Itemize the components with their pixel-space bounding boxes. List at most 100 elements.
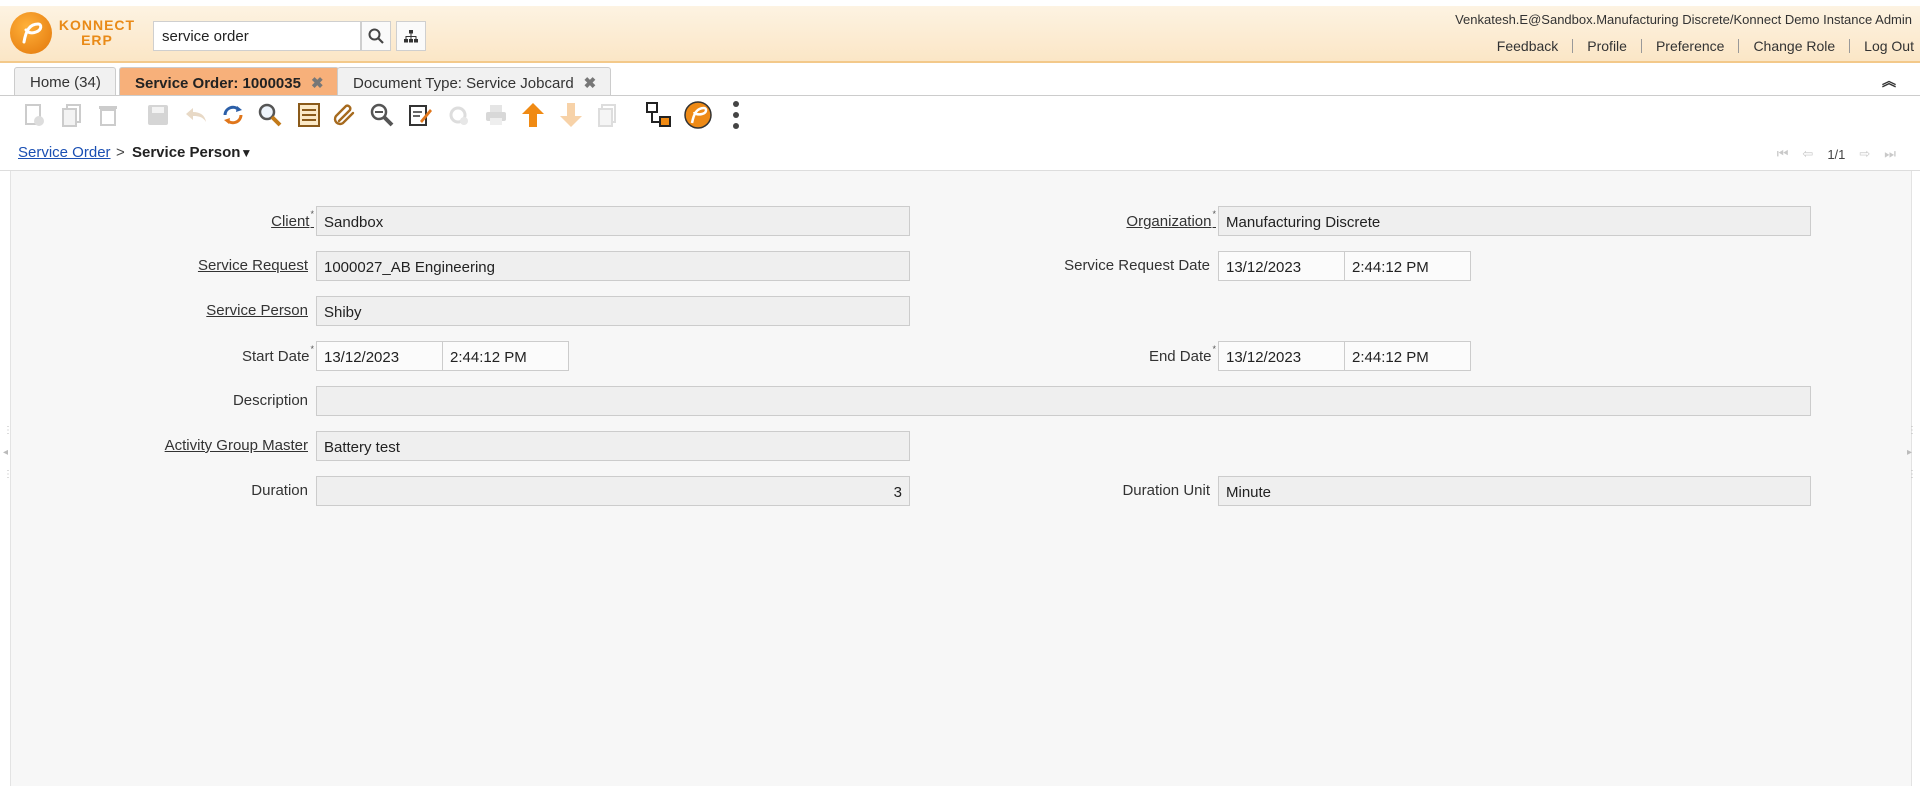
- menu-tree-button[interactable]: [396, 21, 426, 51]
- global-search-input[interactable]: service order: [153, 21, 361, 51]
- zoom-across-button[interactable]: [368, 101, 396, 129]
- close-tab-icon[interactable]: ✖: [311, 75, 324, 92]
- required-mark: *: [1212, 209, 1216, 219]
- new-record-button[interactable]: [20, 101, 48, 129]
- client-field[interactable]: Sandbox: [316, 206, 910, 236]
- required-mark: *: [310, 209, 314, 219]
- window-tabbar: Home (34) Service Order: 1000035 ✖ Docume…: [0, 63, 1920, 96]
- duration-field[interactable]: 3: [316, 476, 910, 506]
- save-icon: [148, 105, 168, 125]
- user-context-label: Venkatesh.E@Sandbox.Manufacturing Discre…: [1455, 12, 1912, 27]
- tab-home[interactable]: Home (34): [14, 67, 116, 95]
- preference-link[interactable]: Preference: [1640, 39, 1738, 53]
- logo-menu-button[interactable]: [684, 101, 712, 129]
- logo-icon: [10, 12, 52, 54]
- client-label[interactable]: Client*: [271, 209, 314, 230]
- grid-toggle-icon: [298, 103, 320, 127]
- end-time-field[interactable]: 2:44:12 PM: [1344, 341, 1471, 371]
- record-navigator: ⏮ ⇦ 1/1 ⇨ ⏭: [1777, 146, 1896, 162]
- detail-form: Client* Sandbox Organization* Manufactur…: [10, 171, 1912, 786]
- required-mark: *: [310, 344, 314, 354]
- description-label: Description: [232, 392, 308, 409]
- organization-field[interactable]: Manufacturing Discrete: [1218, 206, 1811, 236]
- logout-link[interactable]: Log Out: [1849, 39, 1914, 53]
- delete-record-button[interactable]: [94, 101, 122, 129]
- logo-text-konnect: KONNECT: [58, 17, 136, 33]
- undo-button[interactable]: [182, 101, 210, 129]
- workflow-button[interactable]: [444, 101, 472, 129]
- find-icon: [258, 103, 282, 127]
- search-icon: [368, 28, 384, 44]
- collapse-header-icon[interactable]: ︽: [1882, 71, 1896, 91]
- logo-menu-icon: [684, 101, 712, 129]
- previous-record-icon[interactable]: ⇦: [1802, 146, 1813, 162]
- more-options-button[interactable]: [722, 101, 750, 129]
- client-label-text: Client: [271, 213, 310, 230]
- duration-label: Duration: [251, 482, 308, 499]
- first-record-icon[interactable]: ⏮: [1777, 146, 1789, 162]
- grid-toggle-button[interactable]: [295, 101, 323, 129]
- detail-record-button[interactable]: [557, 101, 585, 129]
- chat-icon: [409, 105, 432, 126]
- save-button[interactable]: [144, 101, 172, 129]
- service-request-date-field[interactable]: 13/12/2023: [1218, 251, 1345, 281]
- process-button[interactable]: [645, 101, 673, 129]
- duration-unit-field[interactable]: Minute: [1218, 476, 1811, 506]
- zoom-across-icon: [370, 103, 394, 127]
- record-toolbar: [0, 96, 1920, 134]
- right-splitter-handle[interactable]: ⋮ ▸ ⋮: [1907, 425, 1917, 480]
- tab-service-order[interactable]: Service Order: 1000035 ✖: [119, 67, 339, 95]
- attachment-button[interactable]: [331, 101, 359, 129]
- service-request-date-label: Service Request Date: [1064, 257, 1210, 274]
- copy-icon: [62, 104, 81, 127]
- change-role-link[interactable]: Change Role: [1738, 39, 1849, 53]
- refresh-button[interactable]: [219, 101, 247, 129]
- parent-record-button[interactable]: [519, 101, 547, 129]
- konnect-erp-logo[interactable]: KONNECT ERP: [10, 10, 140, 56]
- service-person-label[interactable]: Service Person: [206, 302, 308, 319]
- process-icon: [646, 102, 671, 127]
- left-splitter-handle[interactable]: ⋮ ◂ ⋮: [3, 425, 13, 480]
- description-field[interactable]: [316, 386, 1811, 416]
- close-tab-icon[interactable]: ✖: [584, 75, 597, 92]
- breadcrumb-parent-link[interactable]: Service Order: [18, 144, 111, 161]
- record-count: 1/1: [1827, 146, 1846, 162]
- next-record-icon[interactable]: ⇨: [1859, 146, 1870, 162]
- activity-group-master-label[interactable]: Activity Group Master: [165, 437, 308, 454]
- service-request-time-field[interactable]: 2:44:12 PM: [1344, 251, 1471, 281]
- undo-icon: [186, 108, 206, 122]
- service-person-field[interactable]: Shiby: [316, 296, 910, 326]
- chat-button[interactable]: [406, 101, 434, 129]
- last-record-icon[interactable]: ⏭: [1884, 146, 1896, 162]
- start-date-label-text: Start Date: [241, 348, 310, 365]
- report-icon: [598, 104, 616, 127]
- start-date-label: Start Date*: [241, 344, 314, 365]
- attachment-icon: [333, 104, 355, 126]
- feedback-link[interactable]: Feedback: [1483, 39, 1572, 53]
- tab-document-type-label: Document Type: Service Jobcard: [353, 75, 574, 92]
- copy-record-button[interactable]: [58, 101, 86, 129]
- activity-group-master-field[interactable]: Battery test: [316, 431, 910, 461]
- end-date-field[interactable]: 13/12/2023: [1218, 341, 1345, 371]
- tab-document-type[interactable]: Document Type: Service Jobcard ✖: [337, 67, 612, 95]
- profile-link[interactable]: Profile: [1572, 39, 1641, 53]
- app-header: KONNECT ERP service order Venkatesh.E@Sa…: [0, 6, 1920, 63]
- end-date-label-text: End Date: [1148, 348, 1212, 365]
- service-request-label[interactable]: Service Request: [198, 257, 308, 274]
- logo-text-erp: ERP: [81, 32, 113, 48]
- report-button[interactable]: [594, 101, 622, 129]
- sitemap-icon: [404, 29, 418, 42]
- start-time-field[interactable]: 2:44:12 PM: [442, 341, 569, 371]
- find-button[interactable]: [256, 101, 284, 129]
- breadcrumb-current[interactable]: Service Person▼: [132, 144, 252, 161]
- search-button[interactable]: [361, 21, 391, 51]
- tab-home-label: Home (34): [30, 74, 101, 91]
- service-request-field[interactable]: 1000027_AB Engineering: [316, 251, 910, 281]
- organization-label[interactable]: Organization*: [1126, 209, 1216, 230]
- start-date-field[interactable]: 13/12/2023: [316, 341, 443, 371]
- print-icon: [486, 105, 506, 125]
- breadcrumb-separator: >: [116, 144, 125, 161]
- print-button[interactable]: [482, 101, 510, 129]
- breadcrumb-current-label: Service Person: [132, 144, 241, 161]
- delete-icon: [99, 106, 117, 126]
